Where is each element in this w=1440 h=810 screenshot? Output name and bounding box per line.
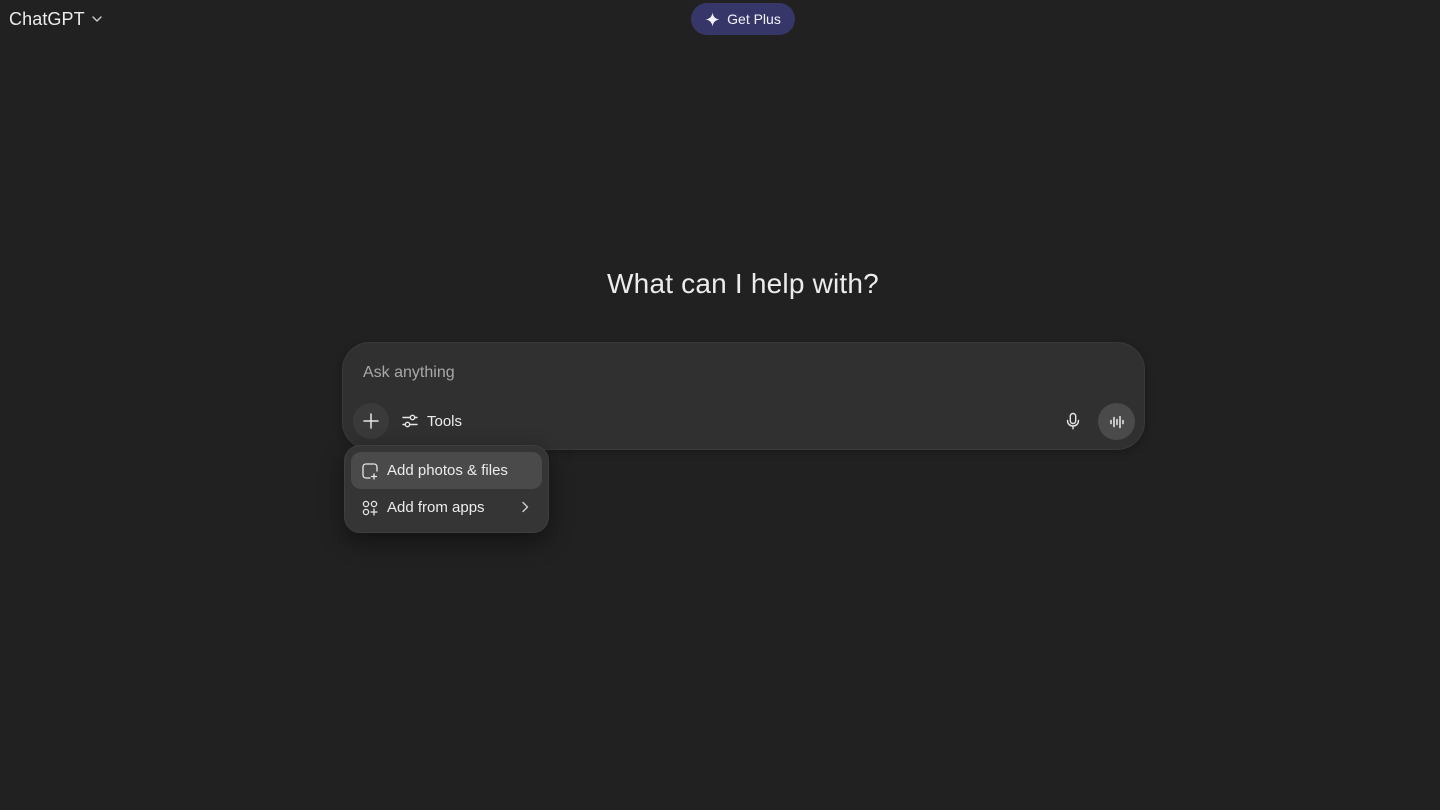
hero-heading: What can I help with?: [607, 268, 879, 299]
model-name: ChatGPT: [9, 8, 85, 29]
plus-icon: [362, 412, 380, 430]
get-plus-label: Get Plus: [727, 11, 781, 27]
sparkle-icon: [705, 11, 720, 27]
prompt-input[interactable]: [363, 361, 1123, 385]
menu-item-add-from-apps[interactable]: Add from apps: [351, 489, 542, 526]
add-attachment-button[interactable]: [353, 403, 389, 439]
tools-label: Tools: [427, 412, 463, 430]
page-title: What can I help with?: [0, 268, 1440, 300]
chevron-down-icon: [91, 13, 103, 25]
sliders-icon: [401, 412, 419, 430]
voice-waveform-icon: [1108, 413, 1126, 431]
menu-item-label: Add photos & files: [387, 462, 508, 479]
menu-item-label: Add from apps: [387, 499, 485, 516]
composer: Tools: [342, 342, 1145, 450]
get-plus-button[interactable]: Get Plus: [691, 3, 795, 35]
paperclip-file-icon: [361, 462, 379, 480]
menu-item-add-photos-files[interactable]: Add photos & files: [351, 452, 542, 489]
attach-menu: Add photos & files Add from apps: [344, 445, 549, 533]
chevron-right-icon: [518, 500, 532, 514]
dictate-button[interactable]: [1055, 403, 1091, 439]
model-switcher-button[interactable]: ChatGPT: [0, 0, 111, 38]
microphone-icon: [1064, 412, 1082, 430]
apps-grid-icon: [361, 499, 379, 517]
tools-button[interactable]: Tools: [395, 403, 470, 439]
chatgpt-app: ChatGPT Get Plus What can I help with? A…: [0, 0, 1440, 810]
voice-mode-button[interactable]: [1098, 403, 1135, 440]
